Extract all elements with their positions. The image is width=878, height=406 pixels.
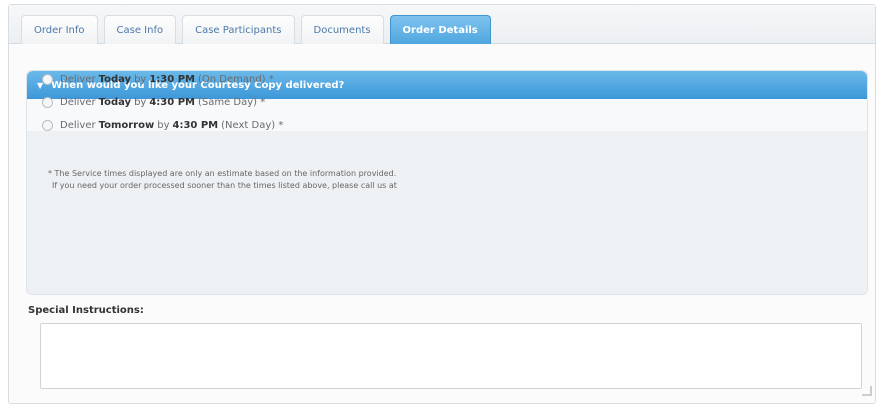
radio-button[interactable] bbox=[42, 120, 53, 131]
tab-case-participants[interactable]: Case Participants bbox=[182, 15, 295, 44]
delivery-options: Deliver Today by 1:30 PM (On Demand) * D… bbox=[42, 68, 283, 137]
tab-bar: Order Info Case Info Case Participants D… bbox=[9, 5, 875, 44]
radio-button[interactable] bbox=[42, 97, 53, 108]
tab-order-details[interactable]: Order Details bbox=[389, 15, 491, 44]
radio-button[interactable] bbox=[42, 74, 53, 85]
special-instructions-label: Special Instructions: bbox=[28, 305, 144, 316]
delivery-option-same-day[interactable]: Deliver Today by 4:30 PM (Same Day) * bbox=[42, 91, 283, 114]
delivery-option-on-demand[interactable]: Deliver Today by 1:30 PM (On Demand) * bbox=[42, 68, 283, 91]
tab-case-info[interactable]: Case Info bbox=[103, 15, 177, 44]
service-time-note: * The Service times displayed are only a… bbox=[48, 169, 397, 190]
textarea-resize-handle-icon[interactable] bbox=[862, 386, 872, 396]
tab-order-info[interactable]: Order Info bbox=[21, 15, 98, 44]
tab-documents[interactable]: Documents bbox=[300, 15, 384, 44]
special-instructions-textarea[interactable] bbox=[40, 323, 862, 389]
delivery-option-next-day[interactable]: Deliver Tomorrow by 4:30 PM (Next Day) * bbox=[42, 114, 283, 137]
